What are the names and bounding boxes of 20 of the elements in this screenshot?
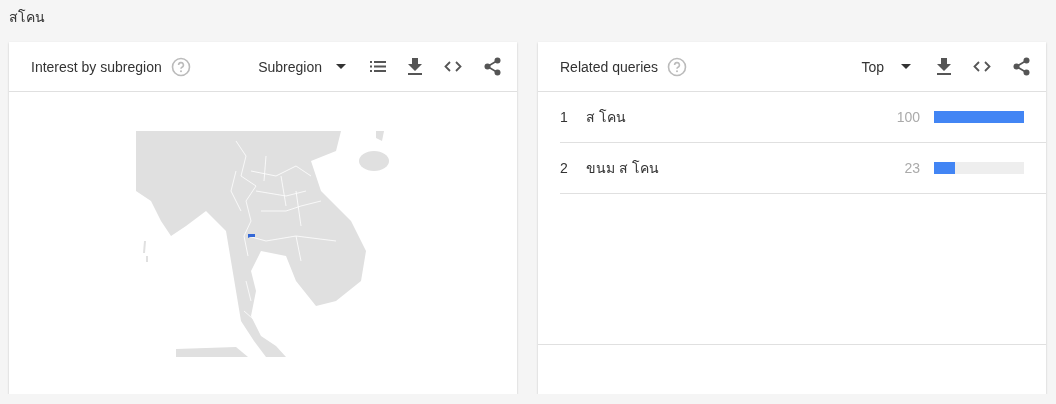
subregion-dropdown[interactable]: Subregion xyxy=(254,56,350,77)
list-icon[interactable] xyxy=(370,61,386,72)
share-icon[interactable] xyxy=(1013,57,1030,76)
download-icon[interactable] xyxy=(408,58,422,75)
caret-icon xyxy=(901,64,911,69)
query-link[interactable]: ขนม ส โคน xyxy=(586,157,905,179)
embed-icon[interactable] xyxy=(444,61,462,72)
query-link[interactable]: ส โคน xyxy=(586,106,897,128)
interest-value: 23 xyxy=(904,160,920,176)
caret-icon xyxy=(336,64,346,69)
rank-number: 1 xyxy=(560,109,569,125)
rank-number: 2 xyxy=(560,160,569,176)
top-dropdown[interactable]: Top xyxy=(857,56,915,77)
embed-icon[interactable] xyxy=(973,61,991,72)
share-icon[interactable] xyxy=(484,57,501,76)
card-title: Interest by subregion xyxy=(31,58,162,75)
card-title: Related queries xyxy=(560,58,659,75)
interest-value: 100 xyxy=(896,109,920,125)
download-icon[interactable] xyxy=(937,58,951,75)
page-title: สโคน xyxy=(9,9,45,25)
